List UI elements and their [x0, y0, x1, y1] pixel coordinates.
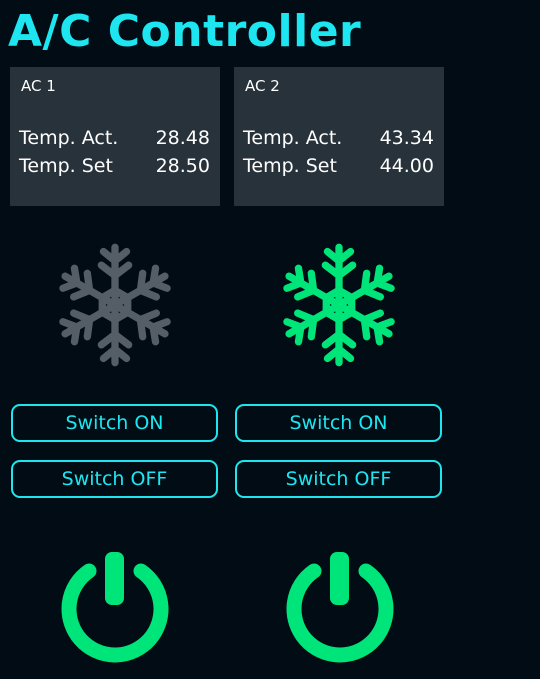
- ac1-snowflake-icon: [59, 243, 171, 367]
- ac2-temp-actual-row: Temp. Act. 43.34: [243, 127, 434, 149]
- ac1-temp-set-value: 28.50: [155, 155, 210, 177]
- ac2-name: AC 2: [245, 77, 280, 95]
- ac2-temp-actual-label: Temp. Act.: [243, 127, 343, 149]
- ac1-power-icon[interactable]: [57, 546, 172, 671]
- ac2-switch-on-button[interactable]: Switch ON: [235, 404, 442, 442]
- ac2-temp-actual-value: 43.34: [379, 127, 434, 149]
- ac2-status-panel: AC 2 Temp. Act. 43.34 Temp. Set 44.00: [234, 67, 444, 206]
- ac2-temp-set-value: 44.00: [379, 155, 434, 177]
- page-title: A/C Controller: [8, 6, 362, 57]
- ac1-temp-actual-value: 28.48: [155, 127, 210, 149]
- ac2-temp-set-row: Temp. Set 44.00: [243, 155, 434, 177]
- ac1-switch-off-button[interactable]: Switch OFF: [11, 460, 218, 498]
- ac2-temp-set-label: Temp. Set: [243, 155, 337, 177]
- ac1-status-panel: AC 1 Temp. Act. 28.48 Temp. Set 28.50: [10, 67, 220, 206]
- ac2-switch-off-button[interactable]: Switch OFF: [235, 460, 442, 498]
- ac1-temp-actual-label: Temp. Act.: [19, 127, 119, 149]
- ac2-snowflake-icon: [283, 243, 395, 367]
- ac2-power-icon[interactable]: [282, 546, 397, 671]
- ac1-switch-on-button[interactable]: Switch ON: [11, 404, 218, 442]
- ac1-temp-set-label: Temp. Set: [19, 155, 113, 177]
- ac1-name: AC 1: [21, 77, 56, 95]
- ac1-temp-actual-row: Temp. Act. 28.48: [19, 127, 210, 149]
- ac1-temp-set-row: Temp. Set 28.50: [19, 155, 210, 177]
